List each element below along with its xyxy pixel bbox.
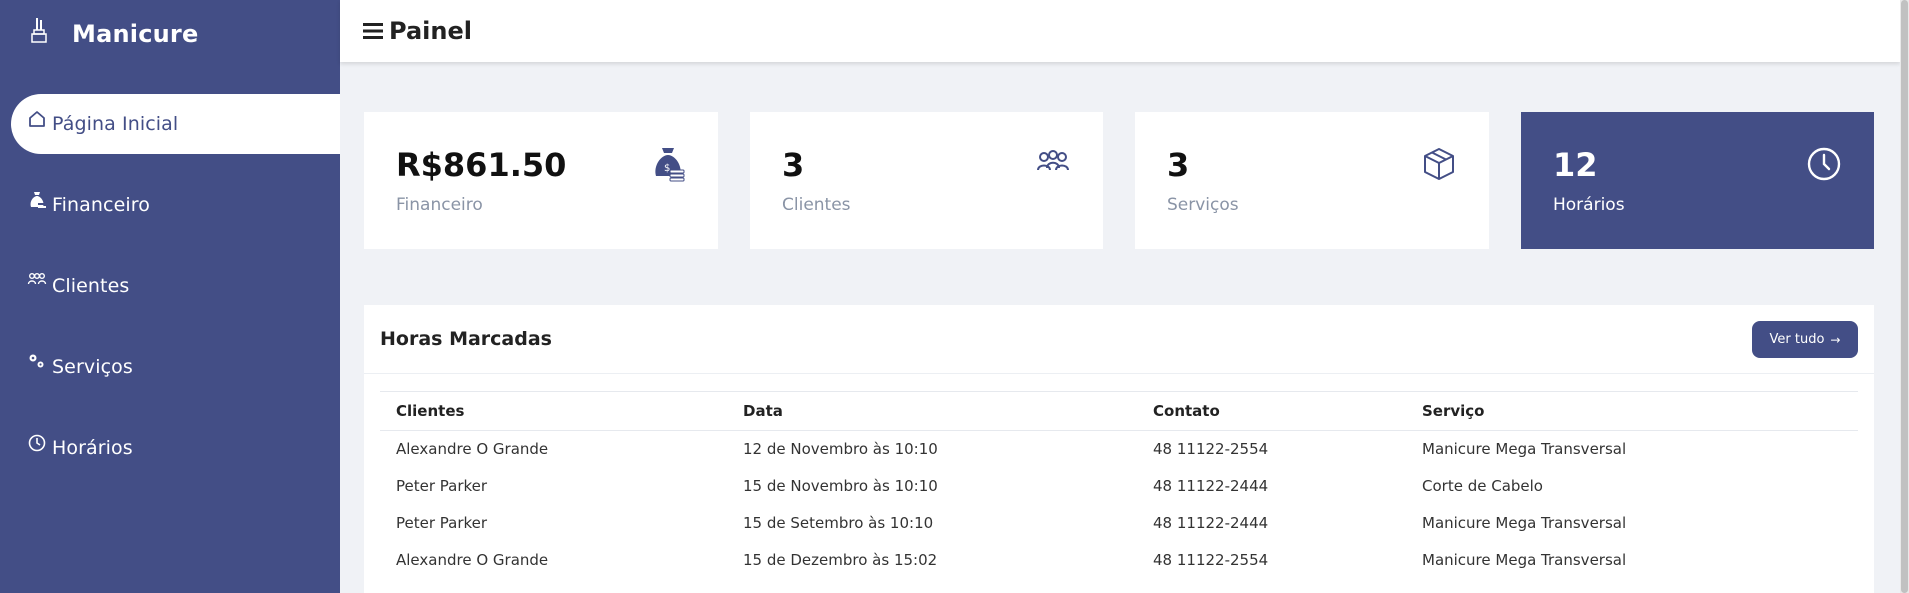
sidebar-item-servicos[interactable]: Serviços xyxy=(11,337,340,397)
panel-title: Horas Marcadas xyxy=(380,328,552,350)
money-bag-icon: $ xyxy=(655,148,685,182)
view-all-button[interactable]: Ver tudo → xyxy=(1752,321,1858,358)
brand-name: Manicure xyxy=(72,20,199,48)
cell-date: 15 de Setembro às 10:10 xyxy=(743,514,934,532)
sidebar: Manicure Página Inicial Financeiro Clien… xyxy=(0,0,340,593)
scrollbar-thumb[interactable] xyxy=(1901,0,1908,593)
box-icon xyxy=(1424,148,1454,180)
home-icon xyxy=(29,111,45,127)
cell-contact: 48 11122-2444 xyxy=(1153,514,1269,532)
sidebar-item-label: Serviços xyxy=(52,356,133,378)
sidebar-item-label: Horários xyxy=(52,437,133,459)
cell-service: Manicure Mega Transversal xyxy=(1422,551,1627,569)
appointments-panel: Horas Marcadas Ver tudo → Clientes Data … xyxy=(364,305,1874,593)
column-header: Clientes xyxy=(380,391,727,431)
page-title: Painel xyxy=(389,17,472,45)
cell-client: Peter Parker xyxy=(396,477,488,495)
column-header: Contato xyxy=(1137,391,1406,431)
svg-text:$: $ xyxy=(664,163,670,174)
sidebar-item-label: Financeiro xyxy=(52,194,150,216)
brand[interactable]: Manicure xyxy=(28,14,198,54)
sidebar-item-label: Página Inicial xyxy=(52,113,179,135)
cell-date: 15 de Dezembro às 15:02 xyxy=(743,551,938,569)
card-label: Serviços xyxy=(1167,195,1239,216)
column-header: Data xyxy=(727,391,1137,431)
table-header-row: Clientes Data Contato Serviço xyxy=(380,391,1858,431)
card-label: Horários xyxy=(1553,195,1625,216)
panel-header: Horas Marcadas Ver tudo → xyxy=(364,305,1874,374)
topbar: Painel xyxy=(340,0,1900,62)
cell-service: Corte de Cabelo xyxy=(1422,477,1543,495)
cell-client: Alexandre O Grande xyxy=(396,440,549,459)
card-label: Financeiro xyxy=(396,195,483,216)
finance-icon xyxy=(30,192,46,208)
card-horarios[interactable]: 12 Horários xyxy=(1521,112,1874,249)
gears-icon xyxy=(29,354,44,368)
table-row[interactable]: Alexandre O Grande 15 de Dezembro às 15:… xyxy=(380,542,1858,579)
cell-service: Manicure Mega Transversal xyxy=(1422,440,1627,459)
scrollbar[interactable] xyxy=(1900,0,1909,593)
card-clientes[interactable]: 3 Clientes xyxy=(750,112,1103,249)
cell-date: 12 de Novembro às 10:10 xyxy=(743,440,938,459)
cell-client: Alexandre O Grande xyxy=(396,551,549,569)
clock-icon xyxy=(28,434,46,452)
card-financeiro[interactable]: R$861.50 Financeiro $ xyxy=(364,112,718,249)
sidebar-item-label: Clientes xyxy=(52,275,130,297)
cell-client: Peter Parker xyxy=(396,514,488,532)
card-servicos[interactable]: 3 Serviços xyxy=(1135,112,1489,249)
sidebar-item-pagina-inicial[interactable]: Página Inicial xyxy=(11,94,340,154)
sidebar-item-clientes[interactable]: Clientes xyxy=(11,256,340,316)
cell-contact: 48 11122-2554 xyxy=(1153,551,1269,569)
cell-contact: 48 11122-2444 xyxy=(1153,477,1269,495)
hamburger-icon[interactable] xyxy=(363,22,383,40)
nail-polish-icon xyxy=(31,18,47,43)
cell-service: Manicure Mega Transversal xyxy=(1422,514,1627,532)
card-label: Clientes xyxy=(782,195,851,216)
users-icon xyxy=(27,273,47,285)
clock-icon xyxy=(1807,147,1841,181)
table-row[interactable]: Alexandre O Grande 12 de Novembro às 10:… xyxy=(380,431,1858,468)
sidebar-item-horarios[interactable]: Horários xyxy=(11,418,340,478)
table-row[interactable]: Peter Parker 15 de Novembro às 10:10 48 … xyxy=(380,468,1858,505)
cell-date: 15 de Novembro às 10:10 xyxy=(743,477,938,495)
column-header: Serviço xyxy=(1406,391,1858,431)
arrow-right-icon: → xyxy=(1830,332,1841,347)
sidebar-nav: Página Inicial Financeiro Clientes Servi… xyxy=(0,94,340,499)
view-all-label: Ver tudo xyxy=(1769,332,1825,347)
users-icon xyxy=(1037,150,1069,171)
appointments-table: Clientes Data Contato Serviço Alexandre … xyxy=(380,391,1858,579)
cell-contact: 48 11122-2554 xyxy=(1153,440,1269,459)
table-row[interactable]: Peter Parker 15 de Setembro às 10:10 48 … xyxy=(380,505,1858,542)
sidebar-item-financeiro[interactable]: Financeiro xyxy=(11,175,340,235)
